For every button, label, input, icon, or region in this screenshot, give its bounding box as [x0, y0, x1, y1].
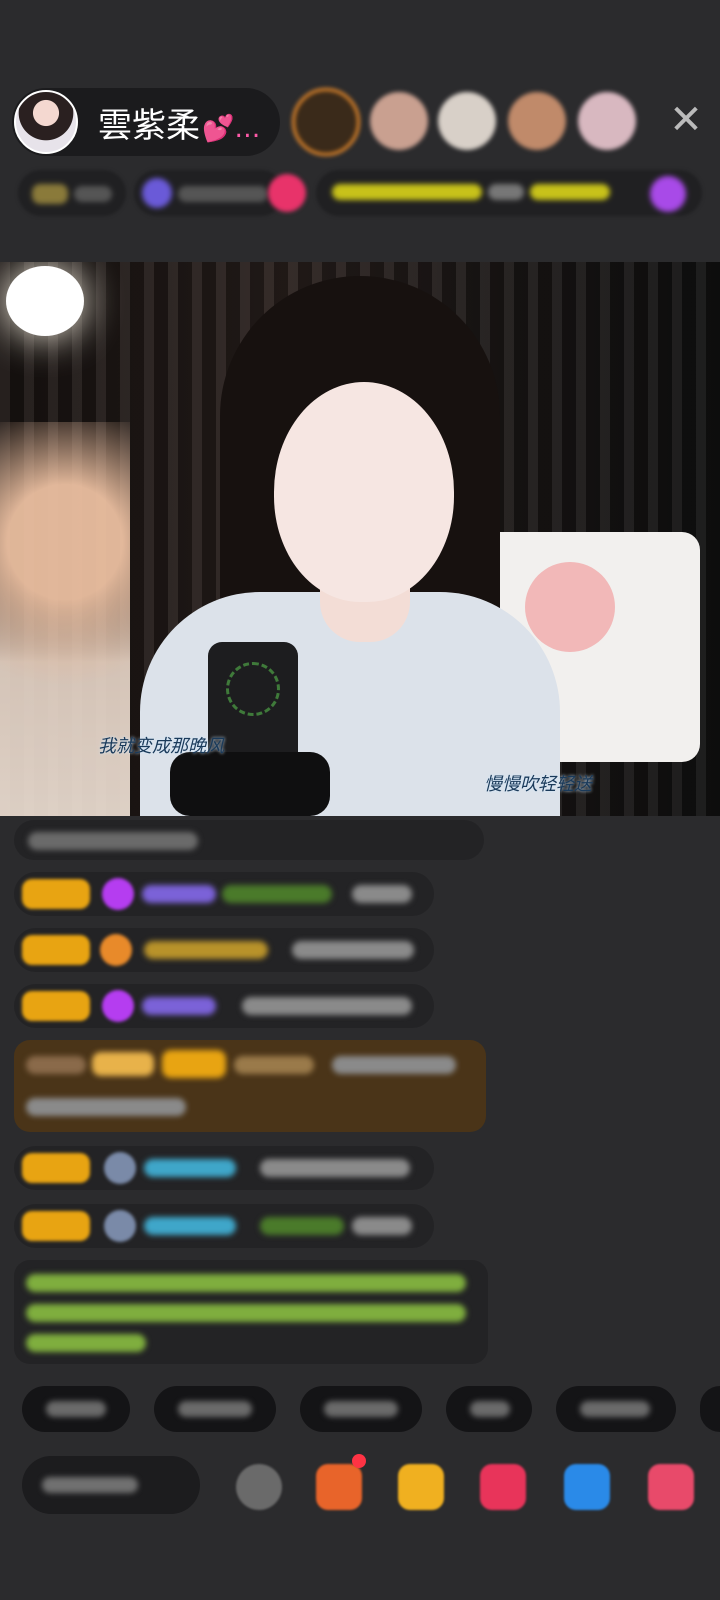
live-stats-row: [18, 170, 702, 220]
gift-box-icon[interactable]: [316, 1464, 362, 1510]
quick-reply-chip[interactable]: [700, 1386, 720, 1432]
host-avatar[interactable]: [14, 90, 78, 154]
viewer-avatar-5[interactable]: [578, 92, 636, 150]
streamer-face: [274, 382, 454, 602]
chat-message[interactable]: [14, 1146, 434, 1190]
background-pillow: [525, 562, 615, 652]
microphone-stand: [170, 752, 330, 816]
viewer-avatar-4[interactable]: [508, 92, 566, 150]
fan-badge: [22, 879, 90, 909]
fan-club-icon[interactable]: [268, 174, 306, 212]
activity-banner[interactable]: [316, 170, 702, 216]
medal-icon: [100, 934, 132, 966]
red-packet-icon[interactable]: [398, 1464, 444, 1510]
quick-reply-chip[interactable]: [446, 1386, 532, 1432]
fan-badge: [22, 1211, 90, 1241]
heart-gift-icon[interactable]: [480, 1464, 526, 1510]
chat-message[interactable]: [14, 1204, 434, 1248]
fan-badge: [22, 991, 90, 1021]
quick-reply-chip[interactable]: [22, 1386, 130, 1432]
chat-highlight-message[interactable]: [14, 1040, 486, 1132]
host-info-pill[interactable]: 雲紫柔💕…: [12, 88, 280, 156]
notification-dot: [352, 1454, 366, 1468]
host-name-text: 雲紫柔: [98, 105, 200, 146]
host-name-hearts: 💕…: [202, 113, 261, 144]
lyric-right: 慢慢吹轻轻送: [484, 774, 592, 795]
system-notice: [14, 1260, 488, 1364]
fan-badge: [22, 1153, 90, 1183]
chat-message[interactable]: [14, 984, 434, 1028]
viewer-avatar-3[interactable]: [438, 92, 496, 150]
rank-chip[interactable]: [18, 170, 126, 216]
chat-message[interactable]: [14, 928, 434, 972]
game-icon[interactable]: [564, 1464, 610, 1510]
background-lamp: [6, 266, 84, 336]
user-level-icon: [104, 1210, 136, 1242]
host-name: 雲紫柔💕…: [98, 98, 260, 147]
microphone-grill: [226, 662, 280, 716]
live-video[interactable]: 我就变成那晚风 慢慢吹轻轻送: [0, 262, 720, 816]
popularity-chip[interactable]: [134, 170, 284, 216]
lyric-left: 我就变成那晚风: [98, 736, 224, 757]
user-level-icon: [104, 1152, 136, 1184]
quick-reply-chip[interactable]: [300, 1386, 422, 1432]
quick-reply-chip[interactable]: [556, 1386, 676, 1432]
close-icon[interactable]: ✕: [664, 96, 708, 144]
chat-input[interactable]: [22, 1456, 200, 1514]
viewer-avatar-1[interactable]: [292, 88, 360, 156]
chat-message[interactable]: [14, 872, 434, 916]
emoji-icon[interactable]: [236, 1464, 282, 1510]
quick-reply-chip[interactable]: [154, 1386, 276, 1432]
more-icon[interactable]: [648, 1464, 694, 1510]
chat-message[interactable]: [14, 820, 484, 860]
fan-badge: [22, 935, 90, 965]
viewer-avatar-2[interactable]: [370, 92, 428, 150]
gem-icon: [102, 878, 134, 910]
gem-icon: [102, 990, 134, 1022]
